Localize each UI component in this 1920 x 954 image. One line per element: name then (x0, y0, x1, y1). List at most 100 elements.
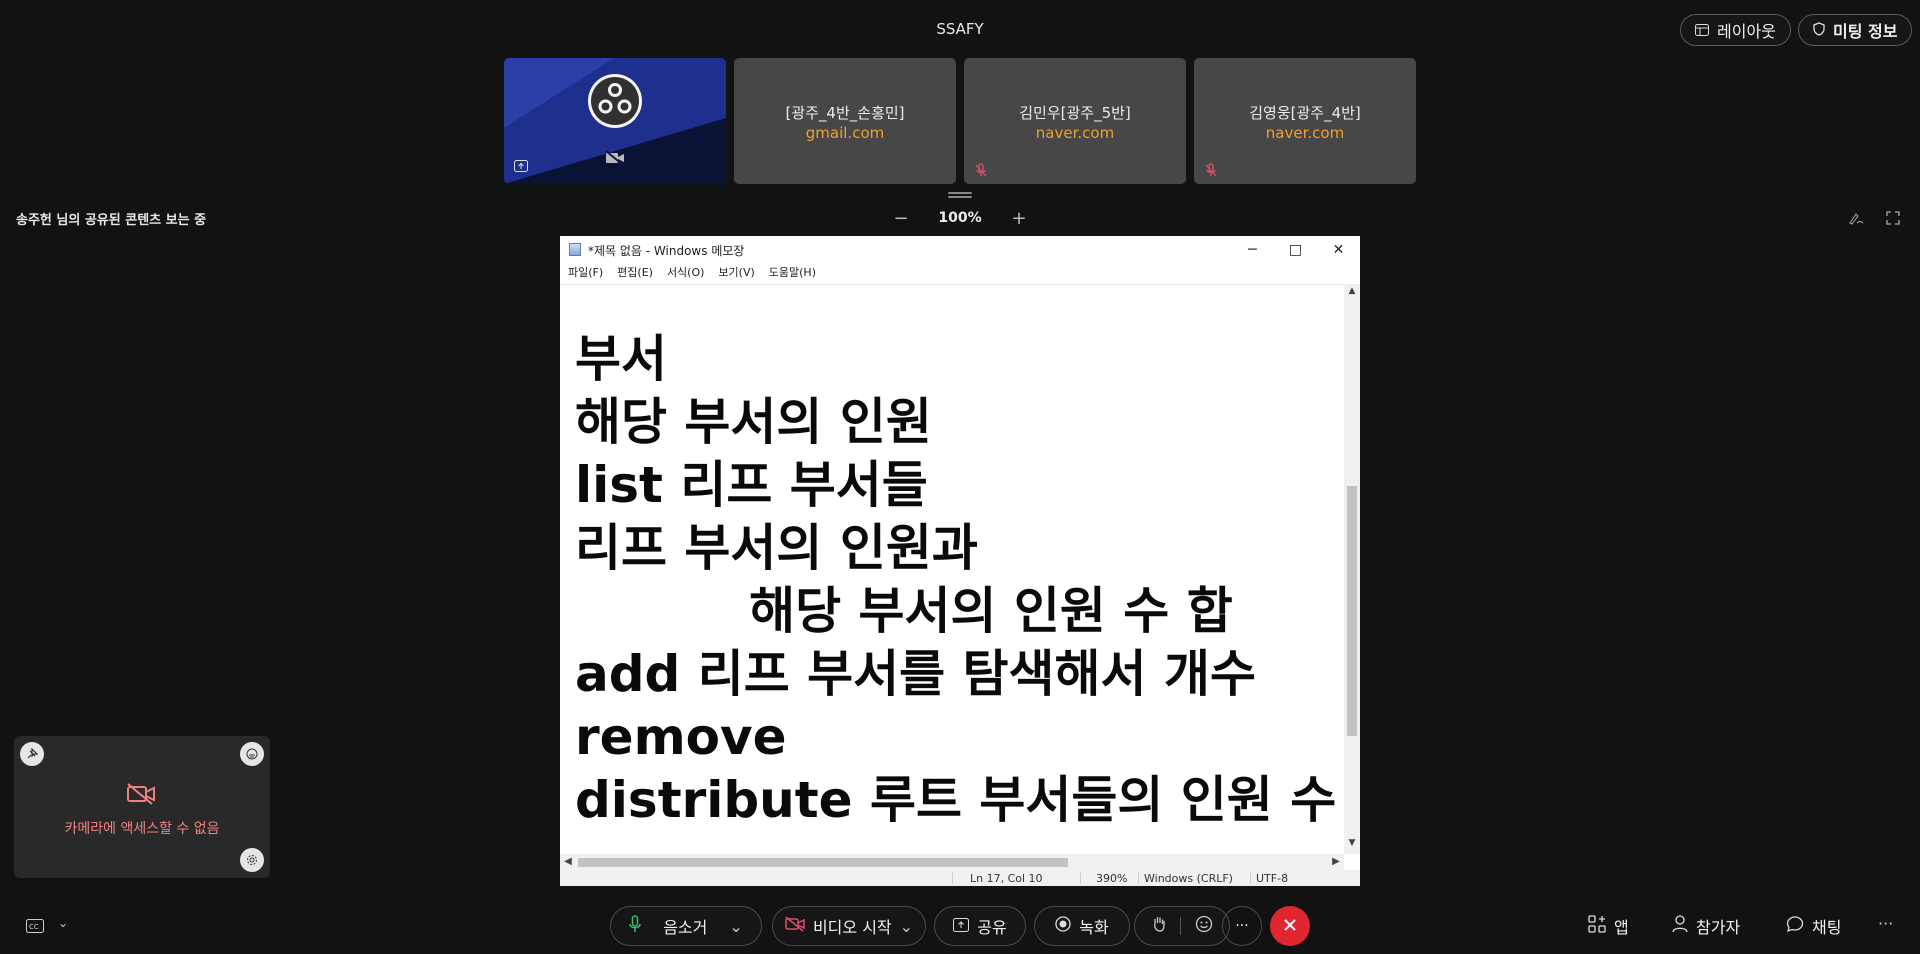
notepad-icon (569, 243, 581, 256)
mic-muted-icon (1204, 162, 1218, 177)
participant-tile[interactable]: 김영웅[광주_4반] naver.com (1194, 58, 1416, 184)
text-line: add 리프 부서를 탐색해서 개수 (575, 645, 1256, 703)
leave-meeting-button[interactable] (1270, 906, 1310, 946)
zoom-in-button[interactable]: + (1008, 208, 1030, 229)
captions-icon[interactable]: CC (26, 918, 44, 937)
participant-name: 김영웅[광주_4반] (1249, 104, 1361, 122)
shield-icon (1813, 21, 1825, 40)
record-label: 녹화 (1079, 918, 1109, 937)
raise-hand-icon[interactable] (1152, 915, 1166, 937)
zoom-control: − 100% + (890, 206, 1030, 230)
participant-tile[interactable]: [광주_4반_손홍민] gmail.com (734, 58, 956, 184)
chevron-down-icon[interactable]: ⌄ (729, 917, 742, 936)
more-options-button[interactable]: ··· (1222, 906, 1262, 946)
apps-button[interactable]: 앱 (1588, 914, 1629, 938)
layout-icon (1695, 21, 1709, 40)
chevron-down-icon[interactable]: ⌄ (58, 916, 68, 930)
chat-label: 채팅 (1812, 918, 1842, 937)
record-button[interactable]: 녹화 (1034, 906, 1130, 946)
apps-label: 앱 (1614, 918, 1629, 937)
participant-email: gmail.com (805, 124, 885, 142)
text-line: distribute 루트 부서들의 인원 수 합 (575, 771, 1344, 829)
participant-strip: [광주_4반_손홍민] gmail.com 김민우[광주_5반] naver.c… (0, 58, 1920, 186)
notepad-menubar: 파일(F) 편집(E) 서식(O) 보기(V) 도움말(H) (560, 264, 1360, 284)
top-bar: SSAFY 레이아웃 미팅 정보 (0, 0, 1920, 60)
emoji-icon[interactable] (1195, 915, 1213, 937)
close-icon (1283, 917, 1297, 936)
camera-error-message: 카메라에 액세스할 수 없음 (64, 821, 220, 837)
record-icon (1055, 916, 1071, 936)
scroll-thumb[interactable] (1347, 486, 1357, 736)
participants-label: 참가자 (1696, 918, 1741, 937)
chevron-down-icon[interactable]: ⌄ (900, 917, 913, 936)
presenter-tile[interactable] (504, 58, 726, 184)
text-line: 해당 부서의 인원 (575, 393, 932, 451)
mute-label: 음소거 (663, 918, 708, 937)
participant-tile[interactable]: 김민우[광주_5반] naver.com (964, 58, 1186, 184)
text-line: 리프 부서의 인원과 (575, 519, 978, 577)
notepad-window: *제목 없음 - Windows 메모장 ─ □ ✕ 파일(F) 편집(E) 서… (560, 236, 1360, 886)
participants-button[interactable]: 참가자 (1672, 914, 1740, 938)
minimize-icon[interactable]: ─ (1231, 236, 1274, 264)
zoom-out-button[interactable]: − (890, 208, 912, 229)
text-line: 부서 (575, 330, 667, 388)
apps-icon (1588, 915, 1606, 937)
self-view: 카메라에 액세스할 수 없음 (14, 736, 270, 878)
sharing-status-label: 송주헌 님의 공유된 콘텐츠 보는 중 (16, 213, 207, 228)
scroll-down-icon[interactable]: ▼ (1344, 838, 1360, 852)
participant-email: naver.com (1265, 124, 1345, 142)
video-off-icon (605, 150, 625, 170)
overflow-menu-button[interactable]: ··· (1878, 914, 1893, 933)
scroll-right-icon[interactable]: ▶ (1328, 854, 1344, 870)
scroll-left-icon[interactable]: ◀ (560, 854, 576, 870)
mic-muted-icon (974, 162, 988, 177)
obs-logo-icon (588, 74, 642, 128)
pin-icon[interactable] (20, 742, 44, 766)
maximize-icon[interactable]: □ (1274, 236, 1317, 264)
notepad-titlebar: *제목 없음 - Windows 메모장 ─ □ ✕ (560, 236, 1360, 264)
meeting-info-button[interactable]: 미팅 정보 (1798, 14, 1913, 46)
menu-file[interactable]: 파일(F) (568, 264, 603, 284)
notepad-statusbar: Ln 17, Col 10 390% Windows (CRLF) UTF-8 (560, 870, 1360, 886)
share-screen-icon (514, 157, 528, 176)
chat-button[interactable]: 채팅 (1786, 914, 1841, 938)
share-tools (1848, 210, 1900, 229)
layout-button[interactable]: 레이아웃 (1680, 14, 1791, 46)
cursor-position: Ln 17, Col 10 (970, 872, 1043, 885)
menu-help[interactable]: 도움말(H) (769, 264, 816, 284)
video-off-icon (785, 916, 805, 936)
scroll-thumb[interactable] (578, 858, 1068, 867)
menu-edit[interactable]: 편집(E) (617, 264, 653, 284)
vertical-scrollbar[interactable]: ▲ ▼ (1344, 284, 1360, 854)
scroll-up-icon[interactable]: ▲ (1344, 286, 1360, 300)
horizontal-scrollbar[interactable]: ◀ ▶ (560, 854, 1344, 870)
meeting-title: SSAFY (936, 20, 984, 38)
mute-button[interactable]: 음소거 ⌄ (610, 906, 762, 946)
person-icon (1672, 915, 1688, 937)
notepad-title: *제목 없음 - Windows 메모장 (588, 244, 745, 258)
svg-text:CC: CC (29, 923, 39, 931)
coffee-icon[interactable] (240, 742, 264, 766)
text-zoom: 390% (1096, 872, 1128, 885)
layout-label: 레이아웃 (1717, 22, 1776, 41)
text-line: 해당 부서의 인원 수 합 (575, 582, 1233, 640)
divider (1179, 917, 1181, 935)
control-bar: CC ⌄ 음소거 ⌄ 비디오 시작 ⌄ 공유 녹화 ··· 앱 참가자 채팅 ·… (0, 900, 1920, 954)
participant-name: 김민우[광주_5반] (1019, 104, 1131, 122)
fullscreen-icon[interactable] (1886, 210, 1900, 229)
text-line: list 리프 부서들 (575, 456, 928, 514)
video-label: 비디오 시작 (812, 918, 892, 937)
reactions-group (1134, 906, 1230, 946)
start-video-button[interactable]: 비디오 시작 ⌄ (772, 906, 926, 946)
menu-view[interactable]: 보기(V) (718, 264, 754, 284)
chat-icon (1786, 915, 1804, 937)
annotate-icon[interactable] (1848, 210, 1864, 229)
settings-icon[interactable] (240, 848, 264, 872)
share-button[interactable]: 공유 (934, 906, 1026, 946)
participant-email: naver.com (1035, 124, 1115, 142)
notepad-text-area[interactable]: 부서 해당 부서의 인원 list 리프 부서들 리프 부서의 인원과 해당 부… (560, 284, 1344, 855)
menu-format[interactable]: 서식(O) (667, 264, 704, 284)
close-icon[interactable]: ✕ (1317, 236, 1360, 264)
resize-handle[interactable] (948, 192, 972, 198)
zoom-level: 100% (938, 210, 982, 226)
